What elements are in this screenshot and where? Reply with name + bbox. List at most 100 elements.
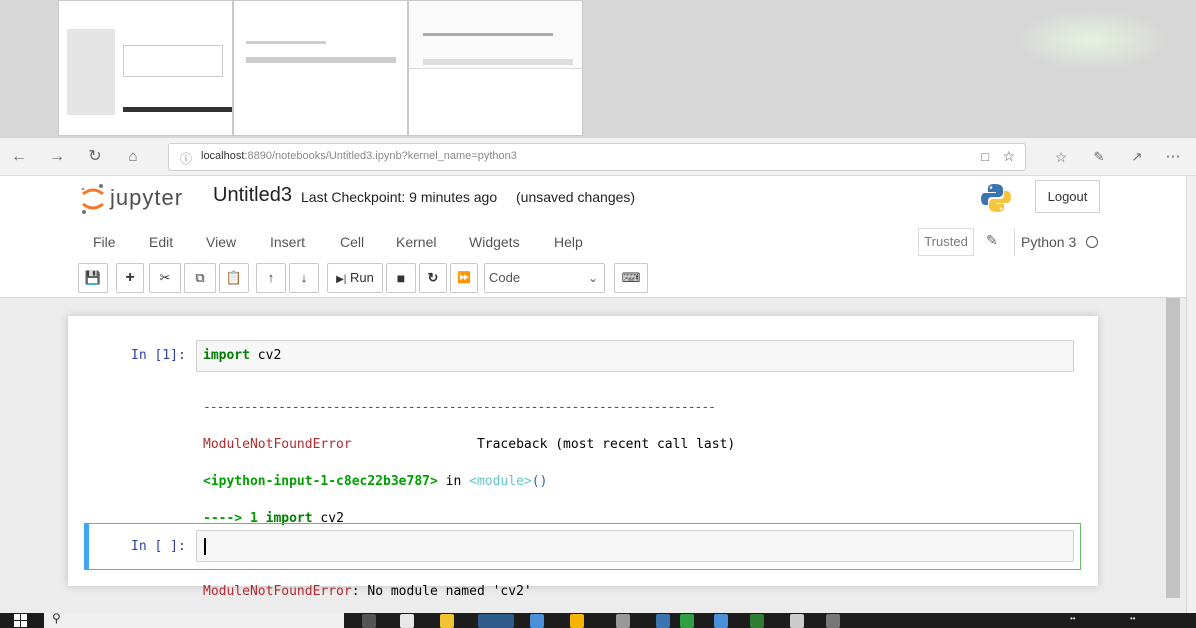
chevron-down-icon: ⌄ xyxy=(587,271,598,285)
window-thumbnails xyxy=(0,0,1196,138)
taskbar-app-icon-3[interactable] xyxy=(616,614,630,628)
thumbnail-2[interactable] xyxy=(233,0,408,136)
interrupt-button[interactable]: ■ xyxy=(386,263,416,293)
windows-start-icon[interactable] xyxy=(14,614,27,627)
python-logo-icon xyxy=(981,184,1011,212)
cut-button[interactable]: ✂ xyxy=(149,263,181,293)
menu-view[interactable]: View xyxy=(206,234,236,250)
taskbar-app-icon-4[interactable] xyxy=(656,614,670,628)
kernel-name[interactable]: Python 3 xyxy=(1014,228,1076,256)
restart-icon: ↻ xyxy=(427,270,439,285)
info-icon[interactable]: ⓘ xyxy=(180,150,192,167)
home-icon[interactable]: ⌂ xyxy=(122,146,144,168)
thumbnail-1[interactable] xyxy=(58,0,233,136)
logout-button[interactable]: Logout xyxy=(1035,180,1100,213)
cell-1-output: ----------------------------------------… xyxy=(203,380,735,620)
text-cursor xyxy=(204,538,206,555)
taskbar-app-icon-2[interactable] xyxy=(570,614,584,628)
run-label: Run xyxy=(350,270,374,285)
cell-2-prompt: In [ ]: xyxy=(131,539,186,554)
jupyter-header: jupyter Untitled3 Last Checkpoint: 9 min… xyxy=(0,176,1186,298)
restart-button[interactable]: ↻ xyxy=(419,263,447,293)
paste-button[interactable]: 📋 xyxy=(219,263,249,293)
save-button[interactable]: 💾 xyxy=(78,263,108,293)
in-word: in xyxy=(437,473,470,489)
restart-run-all-button[interactable]: ⏩ xyxy=(450,263,478,293)
system-clock[interactable]: •• xyxy=(1130,614,1136,623)
menu-insert[interactable]: Insert xyxy=(270,234,305,250)
cell-2-input[interactable] xyxy=(196,530,1074,562)
favorites-icon[interactable]: ☆ xyxy=(1050,146,1072,168)
traceback-location-row: <ipython-input-1-c8ec22b3e787> in <modul… xyxy=(203,473,735,492)
forward-arrow-icon[interactable]: → xyxy=(46,146,68,168)
unsaved-status: (unsaved changes) xyxy=(516,189,636,205)
scissors-icon: ✂ xyxy=(159,270,171,285)
error-message-row: ModuleNotFoundError: No module named 'cv… xyxy=(203,583,735,602)
command-palette-button[interactable]: ⌨ xyxy=(614,263,648,293)
code-keyword: import xyxy=(203,348,250,363)
taskbar-app-icon-1[interactable] xyxy=(530,614,544,628)
edit-mode-pencil-icon: ✎ xyxy=(986,232,998,248)
input-ref: <ipython-input-1-c8ec22b3e787> xyxy=(203,473,438,489)
share-icon[interactable]: ↗ xyxy=(1126,146,1148,168)
background-glow xyxy=(1016,10,1166,70)
code-text: cv2 xyxy=(249,348,282,363)
traceback-header-row: ModuleNotFoundError Traceback (most rece… xyxy=(203,436,735,455)
back-arrow-icon[interactable]: ← xyxy=(8,146,30,168)
language-indicator[interactable]: •• xyxy=(1070,614,1076,623)
cell-1-prompt: In [1]: xyxy=(131,348,186,363)
cell-type-value: Code xyxy=(489,270,521,285)
traceback-header: Traceback (most recent call last) xyxy=(476,436,736,452)
refresh-icon[interactable]: ↻ xyxy=(84,146,106,168)
more-icon[interactable]: ⋯ xyxy=(1162,146,1184,168)
notebook-title[interactable]: Untitled3 xyxy=(213,184,292,207)
menu-cell[interactable]: Cell xyxy=(340,234,364,250)
stop-icon: ■ xyxy=(396,270,406,286)
menu-widgets[interactable]: Widgets xyxy=(469,234,520,250)
browser-toolbar: ← → ↻ ⌂ ⓘ localhost:8890/notebooks/Untit… xyxy=(0,138,1196,176)
error-name: ModuleNotFoundError xyxy=(203,436,352,452)
scrollbar-thumb[interactable] xyxy=(1166,298,1180,598)
taskbar-app-icon-5[interactable] xyxy=(680,614,694,628)
cell-1-input[interactable] xyxy=(196,340,1074,372)
search-icon: ⚲ xyxy=(52,611,61,625)
plus-icon: + xyxy=(125,269,135,286)
menu-file[interactable]: File xyxy=(93,234,116,250)
move-down-button[interactable]: ↓ xyxy=(289,263,319,293)
module-parens: () xyxy=(531,473,548,489)
arrow-up-icon: ↑ xyxy=(267,270,275,285)
kernel-idle-indicator-icon xyxy=(1086,236,1098,248)
favorite-star-icon[interactable]: ☆ xyxy=(1002,148,1015,165)
taskbar-search-box[interactable]: ⚲ xyxy=(44,611,344,628)
checkpoint-status: Last Checkpoint: 9 minutes ago xyxy=(301,189,498,205)
insert-cell-button[interactable]: + xyxy=(116,263,144,293)
trusted-badge[interactable]: Trusted xyxy=(918,228,974,256)
taskbar-app-icon-8[interactable] xyxy=(790,614,804,628)
task-view-icon[interactable] xyxy=(362,614,376,628)
traceback-divider: ----------------------------------------… xyxy=(203,399,716,415)
address-bar[interactable]: ⓘ localhost:8890/notebooks/Untitled3.ipy… xyxy=(168,143,1026,171)
copy-button[interactable]: ⧉ xyxy=(184,263,216,293)
cell-type-select[interactable]: Code ⌄ xyxy=(484,263,605,293)
page-scrollbar[interactable] xyxy=(1186,176,1196,613)
thumbnail-3[interactable] xyxy=(408,0,583,136)
taskbar-app-icon-9[interactable] xyxy=(826,614,840,628)
taskbar-app-icon-6[interactable] xyxy=(714,614,728,628)
edge-browser-icon[interactable] xyxy=(478,614,514,628)
cell-1-code[interactable]: import cv2 xyxy=(203,348,281,363)
step-forward-icon: ▶| xyxy=(336,274,347,285)
error-message-name: ModuleNotFoundError xyxy=(203,584,352,599)
run-button[interactable]: ▶| Run xyxy=(327,263,383,293)
menu-kernel[interactable]: Kernel xyxy=(396,234,436,250)
pen-notes-icon[interactable]: ✎ xyxy=(1088,146,1110,168)
taskbar-app-icon-7[interactable] xyxy=(750,614,764,628)
menu-help[interactable]: Help xyxy=(554,234,583,250)
store-icon[interactable] xyxy=(400,614,414,628)
move-up-button[interactable]: ↑ xyxy=(256,263,286,293)
menu-edit[interactable]: Edit xyxy=(149,234,173,250)
reader-view-icon[interactable]: □ xyxy=(981,149,989,164)
jupyter-logo[interactable]: jupyter xyxy=(80,182,210,216)
jupyter-logo-icon xyxy=(81,184,104,214)
copy-icon: ⧉ xyxy=(195,270,205,285)
file-explorer-icon[interactable] xyxy=(440,614,454,628)
